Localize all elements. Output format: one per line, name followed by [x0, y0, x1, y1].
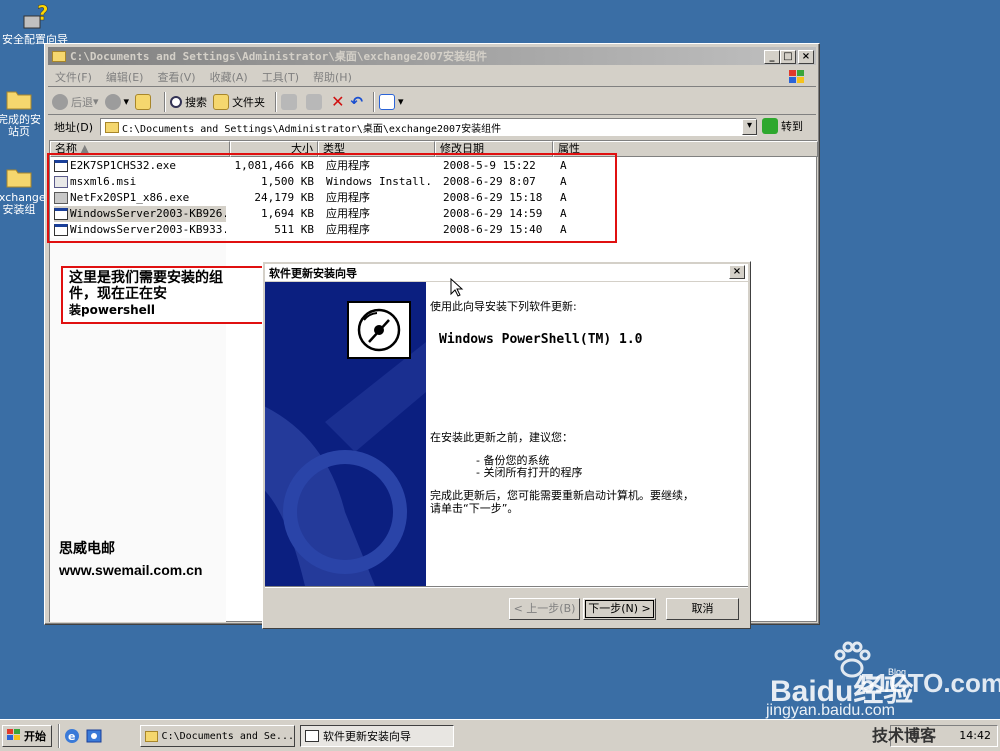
- start-button[interactable]: 开始: [2, 725, 52, 747]
- watermark-url: www.swemail.com.cn: [59, 562, 203, 578]
- folder-icon: [5, 162, 33, 190]
- explorer-titlebar[interactable]: C:\Documents and Settings\Administrator\…: [48, 47, 816, 65]
- cancel-button[interactable]: 取消: [666, 598, 739, 620]
- wizard-divider: [265, 586, 748, 588]
- move-to-button[interactable]: [281, 93, 300, 110]
- back-arrow-icon: [52, 93, 68, 110]
- clock[interactable]: 14:42: [959, 729, 991, 742]
- address-value: C:\Documents and Settings\Administrator\…: [122, 123, 502, 135]
- forward-button[interactable]: ▾: [104, 93, 129, 110]
- site-subtitle: 技术博客: [872, 726, 937, 745]
- annotation-line-1: 这里是我们需要安装的组: [69, 270, 223, 286]
- wizard-content: 使用此向导安装下列软件更新: Windows PowerShell(TM) 1.…: [426, 282, 748, 586]
- folder-icon: [5, 84, 33, 112]
- taskbar: 开始 e C:\Documents and Se... 软件更新安装向导 14:…: [0, 719, 1000, 751]
- update-wizard-dialog: 软件更新安装向导 × 使用此向导安装下列软件更新: Windows PowerS…: [262, 261, 751, 629]
- baidu-url: jingyan.baidu.com: [766, 702, 895, 719]
- menu-view[interactable]: 查看(V): [150, 69, 202, 85]
- mouse-cursor: [450, 277, 464, 301]
- address-dropdown-button[interactable]: ▾: [742, 119, 757, 135]
- up-folder-button[interactable]: [135, 93, 154, 110]
- undo-icon: ↶: [350, 92, 364, 111]
- svg-text:e: e: [68, 730, 75, 743]
- copy-to-icon: [306, 93, 323, 110]
- wizard-banner: [265, 282, 426, 586]
- back-button[interactable]: 后退 ▾: [52, 93, 99, 110]
- menu-tools[interactable]: 工具(T): [255, 69, 306, 85]
- taskbar-wizard-button[interactable]: 软件更新安装向导: [300, 725, 454, 747]
- menu-file[interactable]: 文件(F): [48, 69, 99, 85]
- address-label: 地址(D): [54, 121, 94, 134]
- wizard-bullet-close: - 关闭所有打开的程序: [476, 466, 583, 479]
- wizard-restart-line2: 请单击“下一步”。: [430, 502, 519, 515]
- menu-edit[interactable]: 编辑(E): [99, 69, 151, 85]
- address-input[interactable]: C:\Documents and Settings\Administrator\…: [100, 118, 757, 136]
- installer-icon: [305, 730, 319, 742]
- security-wizard-icon: ?: [21, 1, 49, 32]
- go-arrow-icon: [762, 118, 778, 134]
- windows-logo-icon: [7, 728, 21, 744]
- wizard-titlebar[interactable]: 软件更新安装向导 ×: [265, 264, 748, 281]
- menu-bar: 文件(F) 编辑(E) 查看(V) 收藏(A) 工具(T) 帮助(H): [48, 67, 816, 87]
- folder-icon: [52, 50, 66, 62]
- go-button[interactable]: 转到: [762, 118, 803, 134]
- ie-icon[interactable]: e: [64, 728, 80, 747]
- address-bar: 地址(D) C:\Documents and Settings\Administ…: [48, 116, 816, 138]
- views-button[interactable]: ▾: [379, 93, 404, 110]
- minimize-button[interactable]: _: [764, 50, 780, 64]
- site-logo-tag: Blog: [888, 667, 907, 677]
- delete-button[interactable]: ✕: [331, 92, 344, 111]
- folders-button[interactable]: 文件夹: [213, 93, 265, 110]
- site-logo-text: 51CTO.com: [860, 668, 1000, 698]
- back-button[interactable]: < 上一步(B): [509, 598, 580, 620]
- menu-help[interactable]: 帮助(H): [306, 69, 359, 85]
- svg-text:?: ?: [37, 4, 49, 25]
- undo-button[interactable]: ↶: [350, 93, 363, 111]
- wizard-title: 软件更新安装向导: [269, 266, 357, 280]
- annotation-callout: 这里是我们需要安装的组 件，现在正在安 装powershell: [61, 266, 267, 324]
- watermark-company: 思威电邮: [59, 541, 115, 557]
- windows-logo-icon: [788, 69, 806, 88]
- move-to-icon: [281, 93, 298, 110]
- maximize-button[interactable]: □: [780, 50, 796, 64]
- next-button[interactable]: 下一步(N) >: [583, 598, 656, 620]
- forward-arrow-icon: [104, 93, 121, 110]
- annotation-line-3: 装powershell: [69, 303, 156, 317]
- wizard-banner-graphic: [265, 282, 426, 586]
- folder-icon: [105, 121, 119, 133]
- annotation-line-2: 件，现在正在安: [69, 286, 167, 302]
- wizard-recommend: 在安装此更新之前，建议您：: [430, 431, 573, 444]
- desktop-icon-security-wizard[interactable]: ? 安全配置向导: [2, 1, 68, 46]
- folders-icon: [213, 93, 230, 110]
- wizard-product-name: Windows PowerShell(TM) 1.0: [439, 332, 643, 347]
- window-title: C:\Documents and Settings\Administrator\…: [70, 50, 487, 63]
- search-button[interactable]: 搜索: [170, 94, 207, 110]
- views-icon: [379, 93, 396, 110]
- highlight-box: [47, 153, 617, 243]
- toolbar: 后退 ▾ ▾ 搜索 文件夹 ✕ ↶ ▾: [48, 89, 816, 115]
- show-desktop-icon[interactable]: [86, 728, 102, 747]
- search-icon: [170, 95, 183, 108]
- up-folder-icon: [135, 93, 152, 110]
- folder-icon: [145, 730, 158, 742]
- copy-to-button[interactable]: [306, 93, 325, 110]
- close-button[interactable]: ×: [798, 50, 814, 64]
- taskbar-explorer-button[interactable]: C:\Documents and Se...: [140, 725, 295, 747]
- taskbar-separator: [58, 724, 60, 748]
- menu-favorites[interactable]: 收藏(A): [203, 69, 255, 85]
- delete-icon: ✕: [331, 92, 345, 111]
- wizard-close-button[interactable]: ×: [729, 265, 745, 279]
